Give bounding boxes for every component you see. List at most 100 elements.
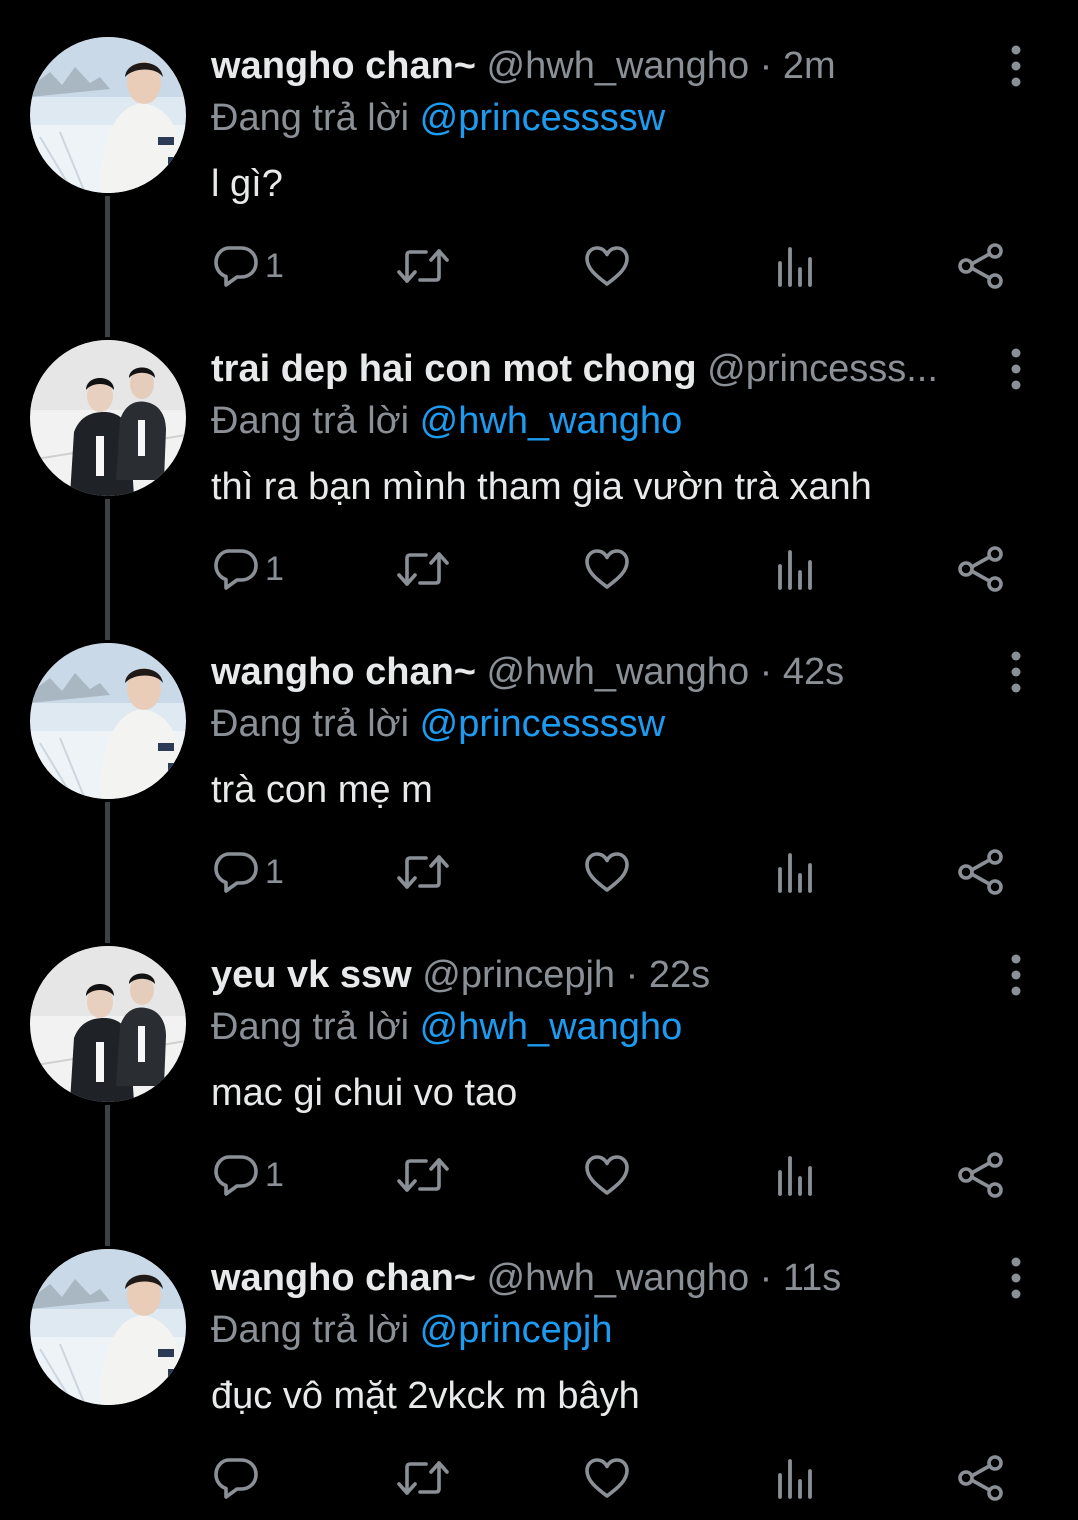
views-button[interactable] xyxy=(775,846,815,898)
like-button[interactable] xyxy=(584,1452,630,1504)
more-icon xyxy=(1011,651,1021,693)
more-options-button[interactable] xyxy=(1001,953,1031,997)
share-icon xyxy=(958,243,1003,289)
retweet-button[interactable] xyxy=(396,846,450,898)
tweet-actions: 1 xyxy=(0,543,1078,595)
retweet-button[interactable] xyxy=(396,1149,450,1201)
retweet-icon xyxy=(397,855,449,889)
retweet-icon xyxy=(397,249,449,283)
views-icon xyxy=(778,853,812,893)
more-options-button[interactable] xyxy=(1001,44,1031,88)
prince-avatar-image xyxy=(30,340,186,496)
display-name[interactable]: trai dep hai con mot chong xyxy=(211,348,697,390)
reply-mention-link[interactable]: @hwh_wangho xyxy=(420,400,683,442)
reply-mention-link[interactable]: @princessssw xyxy=(420,703,666,745)
tweet-actions: 1 xyxy=(0,240,1078,292)
heart-icon xyxy=(585,852,629,892)
timestamp[interactable]: 22s xyxy=(649,954,710,996)
reply-icon xyxy=(214,1155,258,1196)
reply-count: 1 xyxy=(265,549,284,588)
like-button[interactable] xyxy=(584,240,630,292)
separator-dot: · xyxy=(625,954,639,996)
retweet-button[interactable] xyxy=(396,240,450,292)
replying-to: Đang trả lời @princessssw xyxy=(211,698,665,750)
user-handle[interactable]: @princepjh xyxy=(422,954,615,996)
timestamp[interactable]: 11s xyxy=(783,1257,841,1299)
wangho-avatar[interactable] xyxy=(30,37,186,193)
reply-icon xyxy=(214,549,258,590)
views-button[interactable] xyxy=(775,543,815,595)
share-button[interactable] xyxy=(957,1149,1005,1201)
views-icon xyxy=(778,550,812,590)
tweet[interactable]: trai dep hai con mot chong @princesss...… xyxy=(0,303,1078,606)
user-handle[interactable]: @hwh_wangho xyxy=(487,1257,750,1299)
user-handle[interactable]: @princesss... xyxy=(707,348,938,390)
reply-mention-link[interactable]: @hwh_wangho xyxy=(420,1006,683,1048)
reply-button[interactable]: 1 xyxy=(213,543,284,595)
like-button[interactable] xyxy=(584,846,630,898)
retweet-icon xyxy=(397,552,449,586)
tweet-text: mac gi chui vo tao xyxy=(211,1072,518,1114)
retweet-button[interactable] xyxy=(396,1452,450,1504)
wangho-avatar[interactable] xyxy=(30,1249,186,1405)
views-button[interactable] xyxy=(775,1149,815,1201)
retweet-icon xyxy=(397,1461,449,1495)
share-icon xyxy=(958,546,1003,592)
share-button[interactable] xyxy=(957,1452,1005,1504)
share-button[interactable] xyxy=(957,846,1005,898)
reply-mention-link[interactable]: @princepjh xyxy=(420,1309,613,1351)
views-button[interactable] xyxy=(775,240,815,292)
retweet-button[interactable] xyxy=(396,543,450,595)
display-name[interactable]: wangho chan~ xyxy=(211,651,476,693)
timestamp[interactable]: 2m xyxy=(783,45,836,87)
tweet-actions: 1 xyxy=(0,1149,1078,1201)
timestamp[interactable]: 42s xyxy=(783,651,844,693)
share-button[interactable] xyxy=(957,240,1005,292)
thread-connector-line xyxy=(105,196,110,337)
reply-mention-link[interactable]: @princessssw xyxy=(420,97,666,139)
replying-to-label: Đang trả lời xyxy=(211,703,410,745)
tweet[interactable]: wangho chan~ @hwh_wangho · 11s Đang trả … xyxy=(0,1212,1078,1515)
display-name[interactable]: wangho chan~ xyxy=(211,1257,476,1299)
more-options-button[interactable] xyxy=(1001,1256,1031,1300)
tweet-header: wangho chan~ @hwh_wangho · 11s xyxy=(211,1252,981,1304)
tweet-header: wangho chan~ @hwh_wangho · 42s xyxy=(211,646,981,698)
tweet-text: l gì? xyxy=(211,163,283,205)
tweet[interactable]: yeu vk ssw @princepjh · 22s Đang trả lời… xyxy=(0,909,1078,1212)
reply-button[interactable] xyxy=(213,1452,265,1504)
thread-connector-line xyxy=(105,802,110,943)
reply-button[interactable]: 1 xyxy=(213,240,284,292)
like-button[interactable] xyxy=(584,1149,630,1201)
wangho-avatar[interactable] xyxy=(30,643,186,799)
share-button[interactable] xyxy=(957,543,1005,595)
tweet[interactable]: wangho chan~ @hwh_wangho · 2m Đang trả l… xyxy=(0,0,1078,303)
reply-count: 1 xyxy=(265,1155,284,1194)
more-icon xyxy=(1011,45,1021,87)
reply-icon xyxy=(214,246,258,287)
reply-button[interactable]: 1 xyxy=(213,846,284,898)
replying-to: Đang trả lời @princessssw xyxy=(211,92,665,144)
reply-button[interactable]: 1 xyxy=(213,1149,284,1201)
tweet-text: thì ra bạn mình tham gia vườn trà xanh xyxy=(211,466,872,508)
user-handle[interactable]: @hwh_wangho xyxy=(487,45,750,87)
views-icon xyxy=(778,1459,812,1499)
reply-icon xyxy=(214,852,258,893)
views-button[interactable] xyxy=(775,1452,815,1504)
more-options-button[interactable] xyxy=(1001,347,1031,391)
replying-to: Đang trả lời @hwh_wangho xyxy=(211,1001,682,1053)
heart-icon xyxy=(585,246,629,286)
prince-avatar[interactable] xyxy=(30,946,186,1102)
prince-avatar-image xyxy=(30,946,186,1102)
like-button[interactable] xyxy=(584,543,630,595)
more-options-button[interactable] xyxy=(1001,650,1031,694)
display-name[interactable]: wangho chan~ xyxy=(211,45,476,87)
more-icon xyxy=(1011,1257,1021,1299)
user-handle[interactable]: @hwh_wangho xyxy=(487,651,750,693)
share-icon xyxy=(958,1455,1003,1501)
tweet-text: trà con mẹ m xyxy=(211,769,433,811)
more-icon xyxy=(1011,348,1021,390)
tweet[interactable]: wangho chan~ @hwh_wangho · 42s Đang trả … xyxy=(0,606,1078,909)
prince-avatar[interactable] xyxy=(30,340,186,496)
display-name[interactable]: yeu vk ssw xyxy=(211,954,412,996)
tweet-header: wangho chan~ @hwh_wangho · 2m xyxy=(211,40,981,92)
